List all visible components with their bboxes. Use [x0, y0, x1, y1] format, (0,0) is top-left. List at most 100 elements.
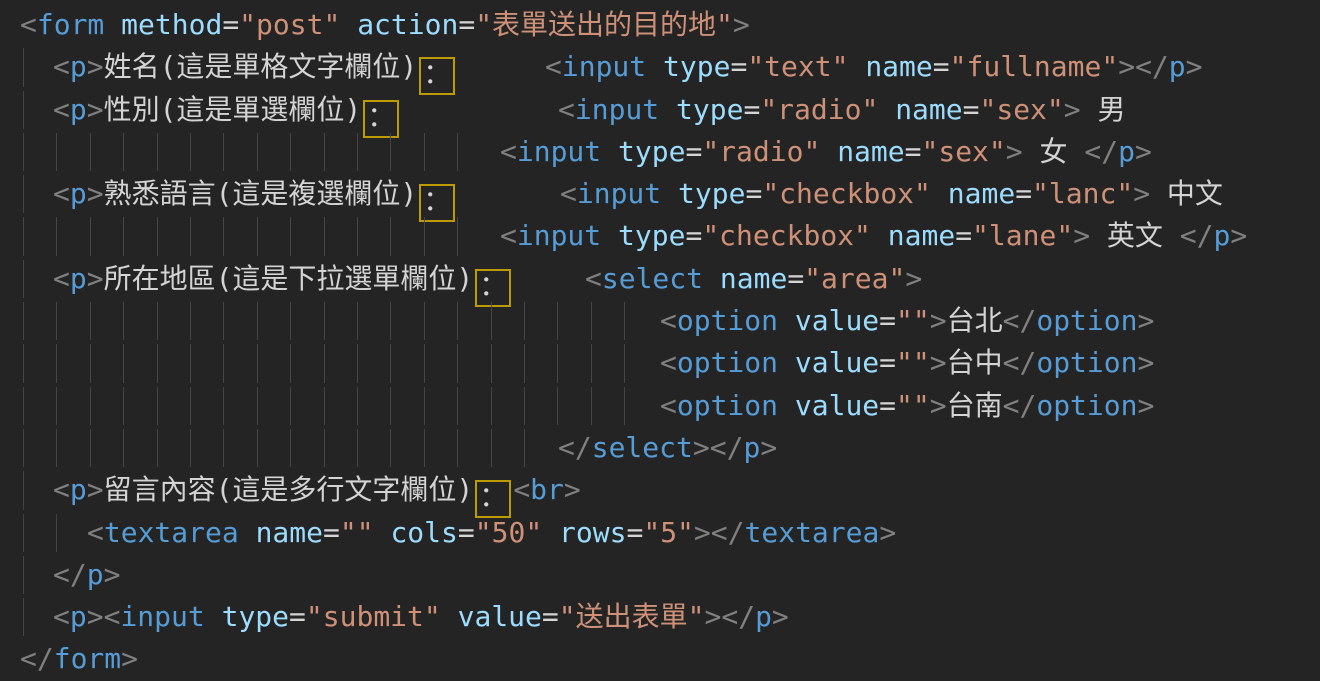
code-token: <: [500, 135, 517, 168]
code-token: </: [53, 558, 87, 591]
indent-guide: [90, 344, 91, 382]
code-token: 姓名(這是單格文字欄位): [104, 50, 418, 83]
code-token: <: [585, 262, 602, 295]
code-token: "post": [239, 8, 340, 41]
code-token: <: [53, 473, 70, 506]
indent-guide: [357, 302, 358, 340]
code-token: [239, 516, 256, 549]
code-token: </: [1135, 50, 1169, 83]
indent-guide: [624, 387, 625, 425]
code-line: </select></p>: [0, 427, 1320, 469]
code-token: input: [577, 177, 661, 210]
indent-guide: [23, 514, 24, 552]
indent-guide: [190, 302, 191, 340]
code-token: input: [517, 219, 601, 252]
code-token: >: [879, 516, 896, 549]
code-token: p: [70, 600, 87, 633]
indent-guide: [457, 133, 458, 171]
indent-guide: [56, 514, 57, 552]
indent-guide: [424, 387, 425, 425]
code-token: "lane": [972, 219, 1073, 252]
code-segment: <input type="checkbox" name="lane"> 英文 <…: [500, 215, 1247, 257]
code-token: >: [760, 431, 777, 464]
code-token: br: [530, 473, 564, 506]
code-token: </: [1003, 346, 1037, 379]
code-token: name: [895, 93, 962, 126]
indent-guide: [524, 302, 525, 340]
code-token: <: [20, 8, 37, 41]
code-token: input: [120, 600, 204, 633]
indent-guide: [290, 429, 291, 467]
code-token: option: [677, 304, 778, 337]
indent-guide: [457, 429, 458, 467]
code-token: =: [879, 389, 896, 422]
indent-guide: [390, 133, 391, 171]
indent-guide: [223, 344, 224, 382]
indent-guide: [390, 217, 391, 255]
code-token: <: [500, 219, 517, 252]
code-line: <input type="radio" name="sex"> 女 </p>: [0, 131, 1320, 173]
code-token: select: [602, 262, 703, 295]
code-token: option: [1036, 346, 1137, 379]
code-token: type: [676, 93, 743, 126]
code-token: 男: [1081, 93, 1126, 126]
code-editor[interactable]: <form method="post" action="表單送出的目的地"><p…: [0, 0, 1320, 681]
indent-guide: [290, 217, 291, 255]
indent-guide: [424, 133, 425, 171]
indent-guide: [23, 91, 24, 129]
code-token: <: [660, 304, 677, 337]
code-token: value: [795, 389, 879, 422]
code-token: "": [896, 389, 930, 422]
indent-guide: [90, 429, 91, 467]
code-token: </: [1003, 389, 1037, 422]
indent-guide: [90, 302, 91, 340]
code-token: </: [1084, 135, 1118, 168]
indent-guide: [357, 217, 358, 255]
indent-guide: [123, 217, 124, 255]
indent-guide: [157, 133, 158, 171]
code-token: </: [20, 642, 54, 675]
indent-guide: [23, 344, 24, 382]
indent-guide: [123, 387, 124, 425]
indent-guide: [624, 302, 625, 340]
indent-guide: [190, 133, 191, 171]
code-token: [646, 50, 663, 83]
code-token: >: [1138, 389, 1155, 422]
code-line: <option value="">台中</option>: [0, 342, 1320, 384]
indent-guide: [524, 344, 525, 382]
code-token: <: [104, 600, 121, 633]
code-token: form: [54, 642, 121, 675]
code-token: <: [53, 600, 70, 633]
indent-guide: [23, 387, 24, 425]
code-token: =: [1015, 177, 1032, 210]
code-token: 熟悉語言(這是複選欄位): [104, 177, 418, 210]
indent-guide: [457, 344, 458, 382]
code-token: p: [70, 473, 87, 506]
indent-guide: [557, 344, 558, 382]
code-token: form: [37, 8, 104, 41]
code-token: name: [888, 219, 955, 252]
code-token: p: [743, 431, 760, 464]
code-token: 性別(這是單選欄位): [104, 93, 362, 126]
indent-guide: [390, 429, 391, 467]
indent-guide: [190, 387, 191, 425]
indent-guide: [624, 344, 625, 382]
code-token: option: [1036, 389, 1137, 422]
code-line: <option value="">台北</option>: [0, 300, 1320, 342]
code-segment: <input type="checkbox" name="lanc"> 中文: [560, 173, 1223, 215]
code-token: =: [458, 8, 475, 41]
code-token: p: [70, 177, 87, 210]
code-token: >: [1006, 135, 1023, 168]
indent-guide: [157, 387, 158, 425]
code-token: >: [1186, 50, 1203, 83]
code-token: input: [562, 50, 646, 83]
indent-guide: [491, 302, 492, 340]
code-token: =: [289, 600, 306, 633]
code-token: [703, 262, 720, 295]
code-token: >: [1138, 304, 1155, 337]
code-token: "sex": [979, 93, 1063, 126]
code-token: option: [1036, 304, 1137, 337]
code-token: >: [87, 600, 104, 633]
code-token: [878, 93, 895, 126]
code-token: >: [733, 8, 750, 41]
